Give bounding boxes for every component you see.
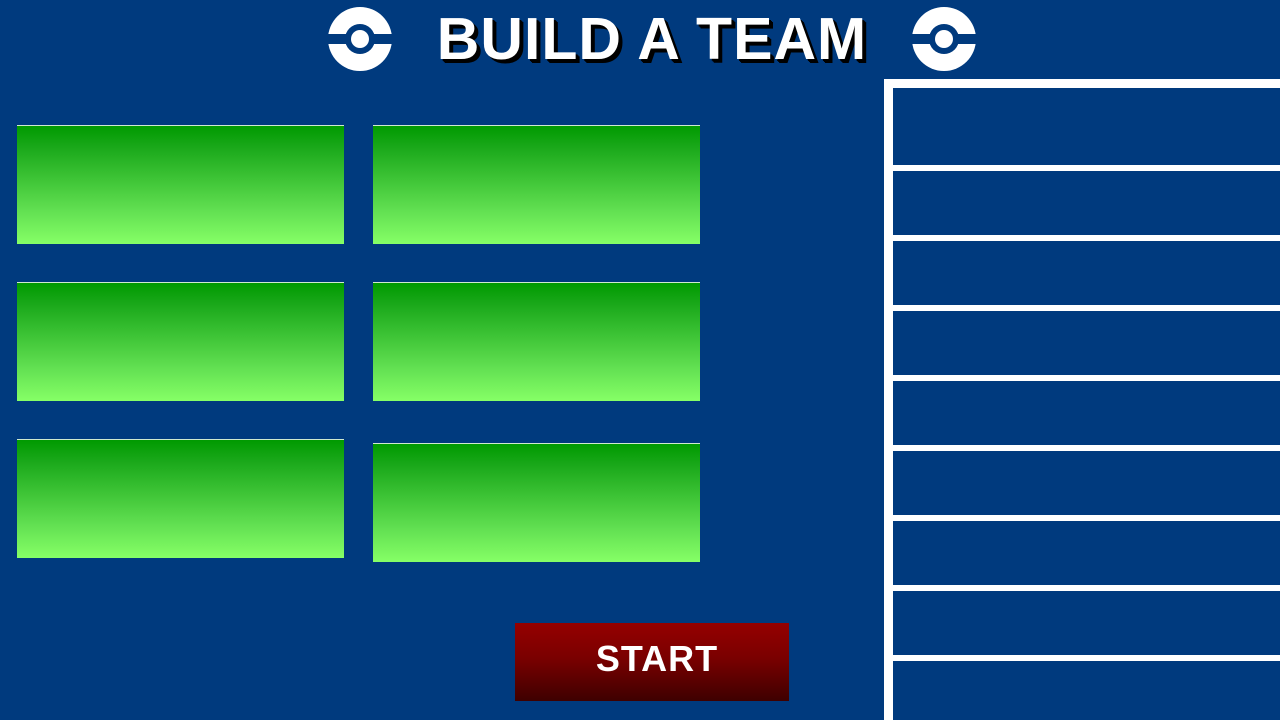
roster-item-8[interactable] [893, 591, 1280, 655]
team-slot-3[interactable] [17, 282, 344, 401]
team-slot-5[interactable] [17, 439, 344, 558]
roster-item-1[interactable] [893, 88, 1280, 165]
roster-item-9[interactable] [893, 661, 1280, 720]
roster-item-3[interactable] [893, 241, 1280, 305]
roster-item-4[interactable] [893, 311, 1280, 375]
roster-item-7[interactable] [893, 521, 1280, 585]
pokeball-icon [912, 7, 976, 71]
start-button[interactable]: START [515, 623, 789, 701]
team-slot-4[interactable] [373, 282, 700, 401]
roster-panel [884, 79, 1280, 720]
roster-item-5[interactable] [893, 381, 1280, 445]
roster-item-6[interactable] [893, 451, 1280, 515]
team-slot-6[interactable] [373, 443, 700, 562]
team-slot-2[interactable] [373, 125, 700, 244]
team-slot-1[interactable] [17, 125, 344, 244]
roster-item-2[interactable] [893, 171, 1280, 235]
team-slot-grid [0, 0, 720, 600]
start-button-label: START [595, 638, 719, 679]
